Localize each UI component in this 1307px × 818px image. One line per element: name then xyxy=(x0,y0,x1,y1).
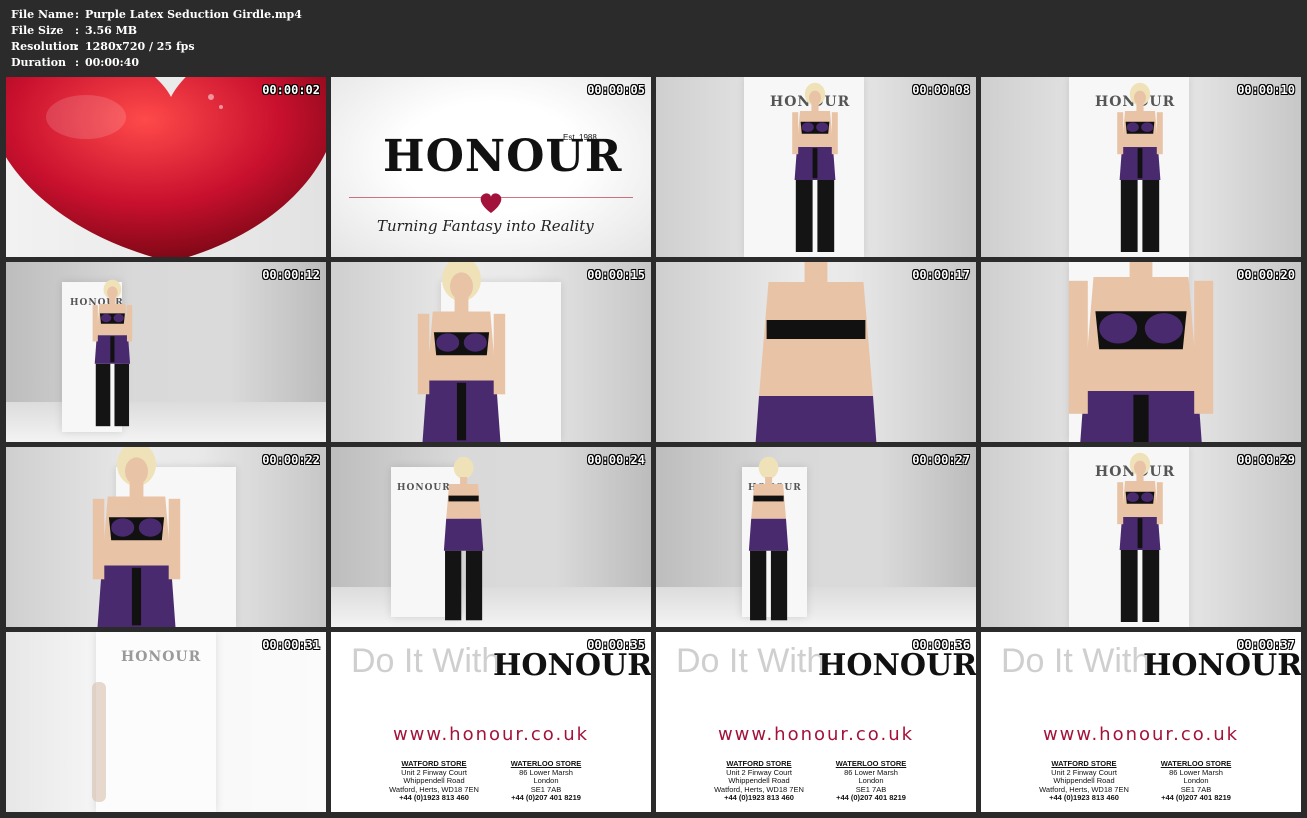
end-card: Do It With HONOUR www.honour.co.uk WATFO… xyxy=(981,632,1301,812)
store-phone: +44 (0)1923 813 460 xyxy=(1049,793,1119,802)
floor xyxy=(656,587,976,627)
store-phone: +44 (0)207 401 8219 xyxy=(1161,793,1231,802)
video-thumbnail[interactable]: 00:00:17 xyxy=(656,262,976,442)
model-figure xyxy=(92,682,106,802)
resolution-label: Resolution xyxy=(11,40,78,53)
model-figure xyxy=(1068,262,1214,442)
timestamp: 00:00:17 xyxy=(912,268,970,282)
do-it-with-text: Do It With xyxy=(351,642,501,680)
logo-wordmark: HONOUR xyxy=(818,648,976,683)
timestamp: 00:00:20 xyxy=(1237,268,1295,282)
separator: : xyxy=(75,56,80,69)
tagline: Turning Fantasy into Reality xyxy=(377,217,594,235)
timestamp: 00:00:08 xyxy=(912,83,970,97)
model-figure xyxy=(748,456,789,621)
model-figure xyxy=(443,456,484,621)
store-phone: +44 (0)207 401 8219 xyxy=(836,793,906,802)
do-it-with-text: Do It With xyxy=(676,642,826,680)
video-thumbnail[interactable]: Do It With HONOUR www.honour.co.uk WATFO… xyxy=(331,632,651,812)
floor xyxy=(6,402,326,442)
timestamp: 00:00:37 xyxy=(1237,638,1295,652)
model-figure xyxy=(1117,82,1163,252)
timestamp: 00:00:12 xyxy=(262,268,320,282)
model-figure xyxy=(92,447,181,627)
logo-wordmark: HONOUR xyxy=(493,648,651,683)
model-figure xyxy=(1117,452,1163,622)
website-url: www.honour.co.uk xyxy=(1042,724,1240,745)
model-figure xyxy=(417,262,506,442)
est-label: Est. 1988 xyxy=(563,133,597,142)
thumbnail-grid: 00:00:02 HONOUR Est. 1988 Turning Fantas… xyxy=(6,77,1301,812)
resolution-row: Resolution : 1280x720 / 25 fps xyxy=(11,39,302,55)
waterloo-store: WATERLOO STORE 86 Lower Marsh London SE1… xyxy=(826,759,916,803)
timestamp: 00:00:15 xyxy=(587,268,645,282)
watford-store: WATFORD STORE Unit 2 Finway Court Whippe… xyxy=(714,759,804,803)
file-name-label: File Name xyxy=(11,8,74,21)
video-thumbnail[interactable]: HONOUR 00:00:29 xyxy=(981,447,1301,627)
video-thumbnail[interactable]: HONOUR 00:00:27 xyxy=(656,447,976,627)
model-figure xyxy=(755,262,877,442)
video-thumbnail[interactable]: 00:00:15 xyxy=(331,262,651,442)
timestamp: 00:00:29 xyxy=(1237,453,1295,467)
watford-store: WATFORD STORE Unit 2 Finway Court Whippe… xyxy=(389,759,479,803)
store-phone: +44 (0)1923 813 460 xyxy=(724,793,794,802)
file-info: File Name : Purple Latex Seduction Girdl… xyxy=(11,7,302,71)
file-size-row: File Size : 3.56 MB xyxy=(11,23,302,39)
waterloo-store: WATERLOO STORE 86 Lower Marsh London SE1… xyxy=(1151,759,1241,803)
duration-value: 00:00:40 xyxy=(85,56,140,69)
separator: : xyxy=(75,8,80,21)
video-thumbnail[interactable]: 00:00:02 xyxy=(6,77,326,257)
timestamp: 00:00:02 xyxy=(262,83,320,97)
end-card: Do It With HONOUR www.honour.co.uk WATFO… xyxy=(331,632,651,812)
video-thumbnail[interactable]: HONOUR 00:00:31 xyxy=(6,632,326,812)
logo-wordmark: HONOUR xyxy=(1143,648,1301,683)
duration-label: Duration xyxy=(11,56,67,69)
resolution-value: 1280x720 / 25 fps xyxy=(85,40,195,53)
video-thumbnail[interactable]: HONOUR 00:00:08 xyxy=(656,77,976,257)
video-thumbnail[interactable]: HONOUR Est. 1988 Turning Fantasy into Re… xyxy=(331,77,651,257)
video-thumbnail[interactable]: HONOUR 00:00:24 xyxy=(331,447,651,627)
watford-store: WATFORD STORE Unit 2 Finway Court Whippe… xyxy=(1039,759,1129,803)
video-thumbnail[interactable]: 00:00:20 xyxy=(981,262,1301,442)
video-thumbnail[interactable]: HONOUR 00:00:12 xyxy=(6,262,326,442)
timestamp: 00:00:35 xyxy=(587,638,645,652)
file-name-value: Purple Latex Seduction Girdle.mp4 xyxy=(85,8,302,21)
duration-row: Duration : 00:00:40 xyxy=(11,55,302,71)
video-thumbnail[interactable]: 00:00:22 xyxy=(6,447,326,627)
model-figure xyxy=(792,82,838,252)
video-thumbnail[interactable]: HONOUR 00:00:10 xyxy=(981,77,1301,257)
timestamp: 00:00:05 xyxy=(587,83,645,97)
store-phone: +44 (0)1923 813 460 xyxy=(399,793,469,802)
website-url: www.honour.co.uk xyxy=(392,724,590,745)
video-thumbnail[interactable]: Do It With HONOUR www.honour.co.uk WATFO… xyxy=(656,632,976,812)
separator: : xyxy=(75,40,80,53)
file-size-label: File Size xyxy=(11,24,64,37)
timestamp: 00:00:22 xyxy=(262,453,320,467)
store-phone: +44 (0)207 401 8219 xyxy=(511,793,581,802)
video-thumbnail[interactable]: Do It With HONOUR www.honour.co.uk WATFO… xyxy=(981,632,1301,812)
file-size-value: 3.56 MB xyxy=(85,24,138,37)
timestamp: 00:00:36 xyxy=(912,638,970,652)
separator: : xyxy=(75,24,80,37)
brand-card: HONOUR Est. 1988 Turning Fantasy into Re… xyxy=(331,77,651,257)
timestamp: 00:00:27 xyxy=(912,453,970,467)
panel-logo: HONOUR xyxy=(121,649,202,665)
timestamp: 00:00:10 xyxy=(1237,83,1295,97)
model-figure xyxy=(92,279,133,427)
file-name-row: File Name : Purple Latex Seduction Girdl… xyxy=(11,7,302,23)
do-it-with-text: Do It With xyxy=(1001,642,1151,680)
waterloo-store: WATERLOO STORE 86 Lower Marsh London SE1… xyxy=(501,759,591,803)
timestamp: 00:00:31 xyxy=(262,638,320,652)
heart-icon xyxy=(6,77,326,257)
end-card: Do It With HONOUR www.honour.co.uk WATFO… xyxy=(656,632,976,812)
website-url: www.honour.co.uk xyxy=(717,724,915,745)
heart-icon xyxy=(480,193,502,213)
timestamp: 00:00:24 xyxy=(587,453,645,467)
